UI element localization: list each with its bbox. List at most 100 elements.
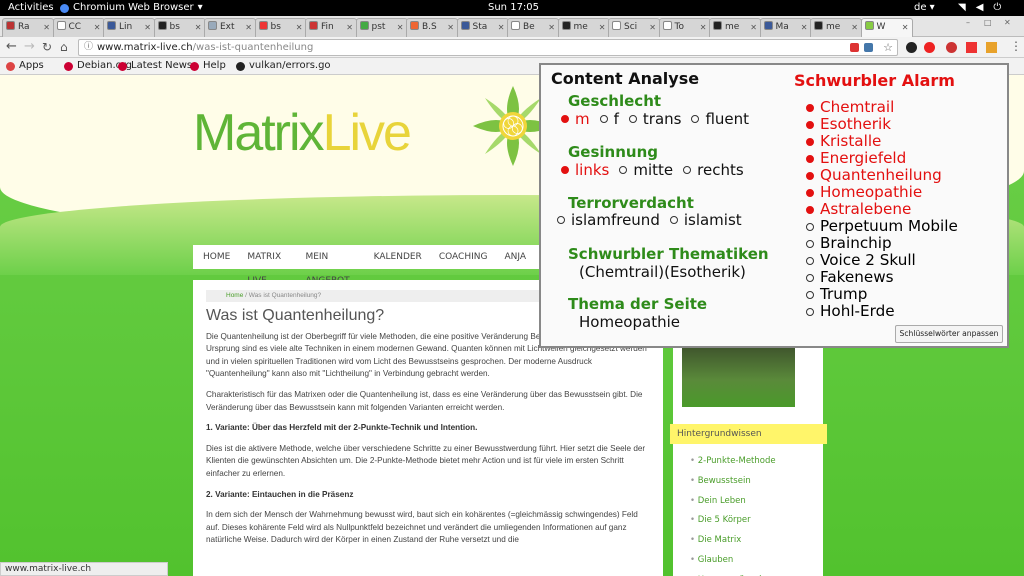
paragraph-4: In dem sich der Mensch der Wahrnehmung b… (206, 510, 638, 545)
radio-option[interactable]: rechts (683, 161, 744, 179)
alarm-extension-icon[interactable] (986, 42, 997, 53)
alarm-label: Astralebene (820, 200, 912, 218)
browser-tab[interactable]: bs ✕ (254, 18, 307, 37)
tab-title: Ra (18, 22, 30, 32)
browser-tab[interactable]: Be ✕ (507, 18, 559, 37)
site-menu-item[interactable]: KALENDER (374, 245, 422, 269)
site-menu-item[interactable]: MEIN ANGEBOT (305, 245, 356, 286)
tab-favicon-icon (814, 21, 823, 30)
browser-tab[interactable]: Fin ✕ (305, 18, 357, 37)
browser-tab[interactable]: Lin ✕ (103, 18, 155, 37)
sidebar-link[interactable]: Glauben (690, 551, 776, 571)
close-icon[interactable]: ✕ (195, 19, 202, 36)
close-icon[interactable]: ✕ (548, 19, 555, 36)
close-icon[interactable]: ✕ (346, 19, 353, 36)
volume-icon: ◀ (975, 2, 984, 13)
forward-icon[interactable]: → (24, 39, 35, 55)
radio-option[interactable]: links (561, 161, 609, 179)
browser-tab[interactable]: CC ✕ (52, 18, 105, 37)
close-icon[interactable]: ✕ (700, 19, 707, 36)
warning-icon[interactable] (966, 42, 977, 53)
browser-tab[interactable]: Ma ✕ (759, 18, 812, 37)
browser-tab[interactable]: me ✕ (810, 18, 862, 37)
close-icon[interactable]: ✕ (43, 19, 50, 36)
close-window-icon[interactable]: ✕ (1004, 18, 1011, 27)
site-menu-item[interactable]: MATRIX LIVE (247, 245, 288, 286)
close-icon[interactable]: ✕ (599, 19, 606, 36)
close-icon[interactable]: ✕ (296, 19, 303, 36)
browser-tab[interactable]: Sci ✕ (608, 18, 660, 37)
translate-icon[interactable] (864, 43, 873, 52)
close-icon[interactable]: ✕ (902, 19, 909, 36)
close-icon[interactable]: ✕ (94, 19, 101, 36)
extension-icon-3[interactable] (946, 42, 957, 53)
close-icon[interactable]: ✕ (397, 19, 404, 36)
language-indicator[interactable]: de ▾ (914, 0, 935, 16)
close-icon[interactable]: ✕ (851, 19, 858, 36)
back-icon[interactable]: ← (6, 39, 17, 55)
opera-icon[interactable] (924, 42, 935, 53)
site-menu-item[interactable]: ANJA (504, 245, 526, 269)
adjust-keywords-button[interactable]: Schlüsselwörter anpassen (895, 325, 1003, 343)
site-menu-item[interactable]: HOME (203, 245, 230, 269)
menu-icon[interactable]: ⋮ (1010, 39, 1022, 53)
paragraph-2: Charakteristisch für das Matrixen oder d… (206, 389, 643, 412)
close-icon[interactable]: ✕ (498, 19, 505, 36)
bookmark-star-icon[interactable]: ☆ (883, 40, 893, 55)
sidebar-link[interactable]: 2-Punkte-Methode (690, 452, 776, 472)
app-menu[interactable]: Chromium Web Browser ▾ (60, 0, 203, 16)
breadcrumb-home[interactable]: Home (226, 292, 243, 299)
radio-option[interactable]: f (599, 110, 619, 128)
browser-tab[interactable]: me ✕ (709, 18, 761, 37)
browser-tab[interactable]: W ✕ (860, 18, 913, 37)
bookmark-label: vulkan/errors.go (249, 60, 331, 71)
sidebar-link[interactable]: Die 5 Körper (690, 511, 776, 531)
close-icon[interactable]: ✕ (750, 19, 757, 36)
reload-icon[interactable]: ↻ (42, 39, 52, 55)
browser-tab[interactable]: B.S ✕ (406, 18, 458, 37)
radio-label: rechts (697, 161, 744, 179)
bookmark-item[interactable]: vulkan/errors.go (236, 58, 331, 74)
bookmark-item[interactable]: Latest News (118, 58, 192, 74)
browser-tab[interactable]: bs ✕ (153, 18, 206, 37)
browser-tab[interactable]: me ✕ (557, 18, 610, 37)
close-icon[interactable]: ✕ (447, 19, 454, 36)
sidebar-link[interactable]: Bewusstsein (690, 472, 776, 492)
bookmark-icon (64, 61, 73, 71)
site-logo[interactable]: MatrixLive (193, 103, 412, 163)
bookmark-item[interactable]: Help (190, 58, 226, 74)
tab-title: W (876, 22, 886, 32)
browser-tab[interactable]: pst ✕ (355, 18, 408, 37)
sidebar-link[interactable]: Die Matrix (690, 531, 776, 551)
radio-option[interactable]: islamfreund (557, 211, 660, 229)
close-icon[interactable]: ✕ (649, 19, 656, 36)
address-bar[interactable]: ⓘ www.matrix-live.ch/was-ist-quantenheil… (78, 39, 898, 56)
variant-1-heading: 1. Variante: Über das Herzfeld mit der 2… (206, 423, 478, 433)
radio-dot-icon (628, 115, 637, 123)
maximize-icon[interactable]: □ (984, 18, 992, 27)
site-menu-item[interactable]: COACHING (439, 245, 488, 269)
close-icon[interactable]: ✕ (245, 19, 252, 36)
extension-icon-1[interactable] (906, 42, 917, 53)
system-tray[interactable]: ◥ ◀ ⏻ (958, 0, 1001, 16)
radio-option[interactable]: mitte (619, 161, 673, 179)
browser-tab[interactable]: Ext ✕ (204, 18, 256, 37)
blocked-icon[interactable] (850, 43, 859, 52)
close-icon[interactable]: ✕ (801, 19, 808, 36)
radio-option[interactable]: trans (628, 110, 681, 128)
bookmark-item[interactable]: Apps (6, 58, 44, 74)
tab-favicon-icon (309, 21, 318, 30)
radio-option[interactable]: m (561, 110, 590, 128)
browser-tab[interactable]: Sta ✕ (456, 18, 509, 37)
close-icon[interactable]: ✕ (144, 19, 151, 36)
sidebar-link[interactable]: Dein Leben (690, 492, 776, 512)
sidebar-link[interactable]: Herzenswünsche (690, 571, 776, 576)
browser-tab[interactable]: To ✕ (658, 18, 711, 37)
minimize-icon[interactable]: – (966, 18, 970, 27)
radio-option[interactable]: fluent (691, 110, 749, 128)
activities-button[interactable]: Activities (8, 0, 54, 16)
clock[interactable]: Sun 17:05 (488, 0, 539, 16)
browser-tab[interactable]: Ra ✕ (2, 18, 54, 37)
radio-option[interactable]: islamist (669, 211, 742, 229)
home-icon[interactable]: ⌂ (60, 39, 68, 55)
